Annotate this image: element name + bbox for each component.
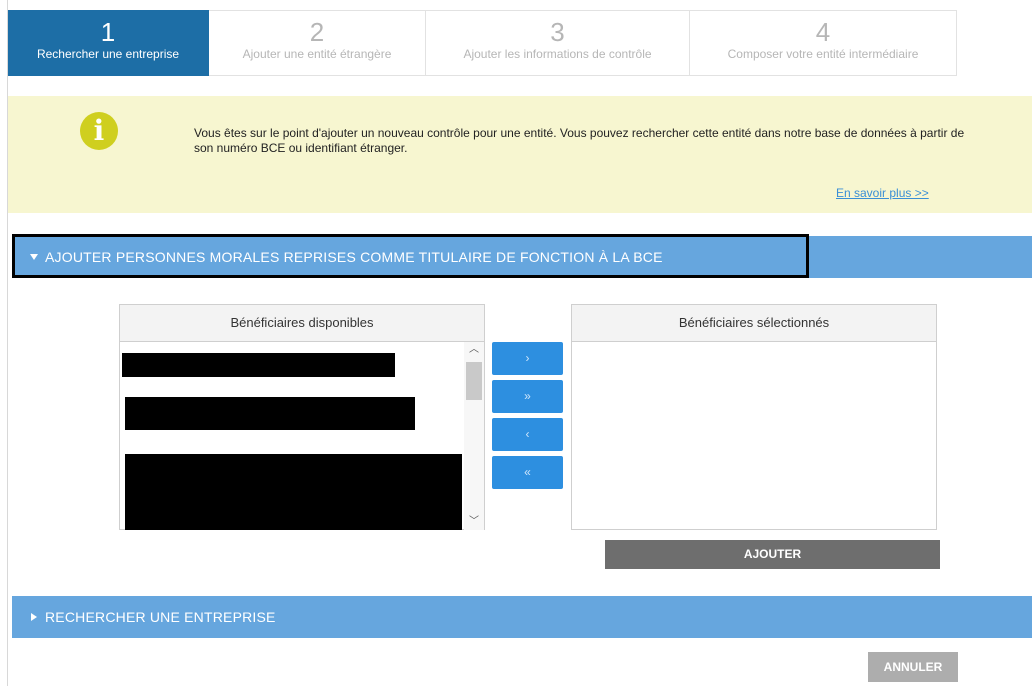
info-message: Vous êtes sur le point d'ajouter un nouv… xyxy=(194,126,965,155)
step-label: Composer votre entité intermédiaire xyxy=(727,47,919,61)
list-scrollbar[interactable]: ︿ ﹀ xyxy=(464,342,484,530)
learn-more-link[interactable]: En savoir plus >> xyxy=(836,186,929,200)
caret-right-icon xyxy=(31,613,37,621)
scroll-thumb[interactable] xyxy=(466,362,482,400)
ajouter-button[interactable]: AJOUTER xyxy=(605,540,940,569)
step-label: Rechercher une entreprise xyxy=(36,47,180,61)
step-label: Ajouter les informations de contrôle xyxy=(463,47,652,61)
step-composer-entite-intermediaire[interactable]: 4 Composer votre entité intermédiaire xyxy=(690,10,957,76)
selected-beneficiaries-list: Bénéficiaires sélectionnés xyxy=(571,304,937,530)
redacted-item[interactable] xyxy=(125,454,462,530)
caret-down-icon xyxy=(30,254,38,260)
redacted-item[interactable] xyxy=(125,397,415,430)
section-title: AJOUTER PERSONNES MORALES REPRISES COMME… xyxy=(45,249,663,265)
section-header-rechercher-entreprise[interactable]: RECHERCHER UNE ENTREPRISE xyxy=(12,596,1032,638)
step-ajouter-informations-controle[interactable]: 3 Ajouter les informations de contrôle xyxy=(426,10,690,76)
available-beneficiaries-list: Bénéficiaires disponibles ︿ ﹀ xyxy=(119,304,485,530)
step-ajouter-entite-etrangere[interactable]: 2 Ajouter une entité étrangère xyxy=(209,10,426,76)
section-title: RECHERCHER UNE ENTREPRISE xyxy=(45,609,276,625)
list-body[interactable]: ︿ ﹀ xyxy=(120,342,484,530)
step-number: 4 xyxy=(815,17,831,47)
step-number: 3 xyxy=(550,17,565,47)
redacted-item[interactable] xyxy=(122,353,395,377)
list-header: Bénéficiaires disponibles xyxy=(120,305,484,342)
step-number: 1 xyxy=(100,17,116,47)
move-one-left-button[interactable]: ‹ xyxy=(492,418,563,451)
move-one-right-button[interactable]: › xyxy=(492,342,563,375)
info-icon: i xyxy=(80,112,118,150)
section-header-ajouter-personnes-morales[interactable]: AJOUTER PERSONNES MORALES REPRISES COMME… xyxy=(12,234,1032,278)
scroll-down-arrow-icon[interactable]: ﹀ xyxy=(464,514,484,530)
step-rechercher-entreprise[interactable]: 1 Rechercher une entreprise xyxy=(8,10,209,76)
wizard-stepper: 1 Rechercher une entreprise 2 Ajouter un… xyxy=(8,10,957,76)
list-header: Bénéficiaires sélectionnés xyxy=(572,305,936,342)
step-label: Ajouter une entité étrangère xyxy=(242,47,392,61)
annuler-button[interactable]: ANNULER xyxy=(868,652,958,682)
move-all-left-button[interactable]: « xyxy=(492,456,563,489)
scroll-up-arrow-icon[interactable]: ︿ xyxy=(464,342,484,358)
move-all-right-button[interactable]: » xyxy=(492,380,563,413)
info-box: i Vous êtes sur le point d'ajouter un no… xyxy=(8,96,1032,213)
list-body[interactable] xyxy=(572,342,936,530)
step-number: 2 xyxy=(309,17,325,47)
